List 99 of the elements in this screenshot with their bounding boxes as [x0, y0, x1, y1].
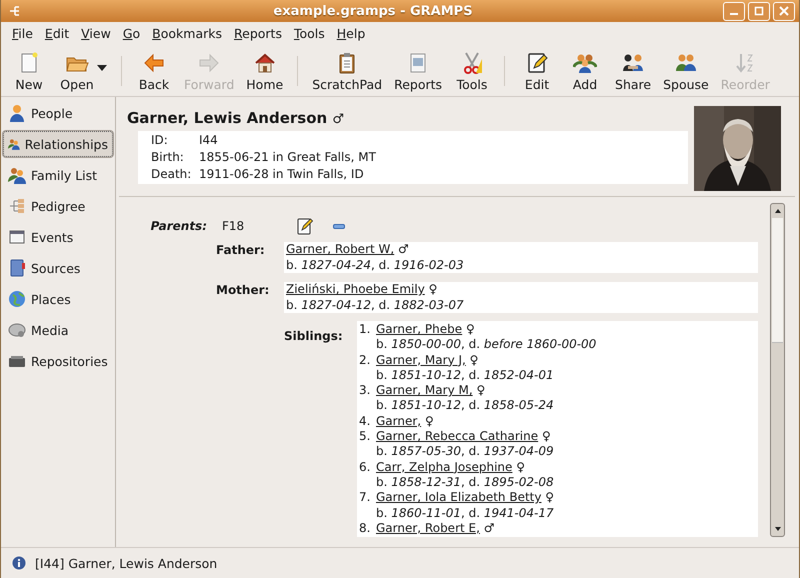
sidebar-item[interactable]: Events: [3, 224, 113, 250]
gender-symbol: ♀: [545, 490, 554, 504]
calendar-icon: [8, 228, 26, 246]
list-number: 6.: [359, 460, 372, 475]
sidebar-item[interactable]: People: [3, 100, 113, 126]
toolbar-button[interactable]: ScratchPad: [306, 51, 388, 92]
person-name: Garner, Lewis Anderson ♂: [127, 109, 346, 127]
toolbar-button[interactable]: Open: [53, 51, 101, 92]
life-dates: b. 1851-10-12, d. 1858-05-24: [375, 398, 555, 414]
menu-item[interactable]: Help: [330, 26, 372, 40]
people-icon: [8, 166, 26, 184]
person-link[interactable]: Garner, Mary J,: [376, 352, 466, 367]
list-number: 1.: [359, 322, 372, 338]
toolbar-button[interactable]: Share: [609, 51, 658, 92]
edit-icon[interactable]: [297, 217, 313, 235]
menu-item[interactable]: View: [75, 26, 117, 40]
sidebar-item[interactable]: Family List: [3, 162, 113, 188]
gender-symbol: ♂: [398, 242, 409, 256]
house-icon: [252, 51, 277, 75]
person-icon: [8, 104, 26, 122]
person-link[interactable]: Garner, Mary M,: [376, 383, 473, 398]
list-number: 3.: [359, 383, 372, 398]
toolbar-button[interactable]: New: [5, 51, 53, 92]
life-dates: b. 1858-12-31, d. 1895-02-08: [375, 474, 555, 490]
toolbar-button[interactable]: Tools: [448, 51, 496, 92]
menu-item[interactable]: Edit: [38, 26, 76, 40]
role-label: Mother:: [216, 282, 270, 299]
life-dates: b. 1860-11-01, d. 1941-04-17: [375, 506, 555, 521]
window-title: example.gramps - GRAMPS: [272, 4, 474, 18]
menu-item[interactable]: Go: [116, 26, 146, 40]
tree-icon: [8, 197, 26, 215]
fact-label: Birth:: [151, 150, 185, 164]
life-dates: b. 1827-04-12, d. 1882-03-07: [286, 298, 465, 313]
list-number: 8.: [359, 520, 372, 536]
person-link[interactable]: Carr, Zelpha Josephine: [376, 460, 512, 474]
person-link[interactable]: Zieliński, Phoebe Emily: [286, 282, 425, 296]
role-label: Father:: [216, 242, 266, 259]
maximize-icon: [754, 6, 764, 16]
gender-symbol: ♀: [428, 282, 438, 296]
info-icon: [12, 556, 26, 570]
list-number: 5.: [359, 429, 372, 444]
close-icon: [779, 6, 789, 16]
minimize-button[interactable]: [723, 2, 745, 20]
person-link[interactable]: Garner, Phebe: [376, 322, 462, 336]
menu-item[interactable]: Tools: [288, 26, 331, 40]
menu-item[interactable]: Bookmarks: [146, 26, 228, 40]
person-link[interactable]: Garner, Iola Elizabeth Betty: [376, 490, 542, 504]
sidebar-item[interactable]: Sources: [3, 255, 113, 281]
scrollbar[interactable]: [770, 203, 785, 537]
book-icon: [8, 259, 26, 277]
disc-icon: [8, 321, 26, 339]
person-link[interactable]: Garner, Robert E,: [376, 520, 480, 535]
sidebar-item[interactable]: Pedigree: [3, 193, 113, 219]
globe-icon: [8, 290, 26, 308]
minimize-icon: [730, 13, 738, 15]
person-link[interactable]: Garner, Rebecca Catharine: [376, 429, 538, 444]
gender-symbol: ♀: [476, 383, 486, 398]
toolbar-button[interactable]: Spouse: [657, 51, 715, 92]
life-dates: b. 1827-04-24, d. 1916-02-03: [286, 258, 465, 273]
menu-item[interactable]: Reports: [228, 26, 288, 40]
person-link[interactable]: Garner, Robert W,: [286, 242, 394, 256]
sidebar-item[interactable]: Relationships: [3, 131, 113, 157]
maximize-button[interactable]: [748, 2, 770, 20]
toolbar-button[interactable]: Reports: [388, 51, 448, 92]
status-text: [I44] Garner, Lewis Anderson: [35, 556, 218, 570]
dropdown-arrow-icon[interactable]: [97, 65, 107, 71]
gender-symbol: ♀: [542, 429, 551, 444]
toolbar-button[interactable]: Home: [240, 51, 290, 92]
sidebar-item[interactable]: Media: [3, 317, 113, 343]
person-link[interactable]: Garner,: [376, 414, 422, 428]
right-arrow-icon: [197, 51, 222, 75]
siblings-label: Siblings:: [284, 328, 344, 345]
gender-symbol: ♂: [484, 520, 495, 535]
sidebar-item[interactable]: Repositories: [3, 348, 113, 374]
gender-symbol: ♀: [470, 352, 478, 367]
life-dates: b. 1851-10-12, d. 1852-04-01: [375, 368, 555, 384]
fact-value: 1911-06-28 in Twin Falls, ID: [199, 166, 364, 181]
toolbar-button[interactable]: Back: [130, 51, 178, 92]
list-number: 2.: [359, 352, 372, 368]
toolbar-button[interactable]: Add: [561, 51, 610, 92]
gender-symbol: ♀: [424, 414, 434, 428]
parents-label: Parents:: [150, 219, 207, 233]
fact-value: I44: [199, 133, 218, 148]
left-arrow-icon: [142, 51, 166, 75]
life-dates: b. 1850-00-00, d. before 1860-00-00: [375, 337, 598, 353]
toolbar-button[interactable]: Edit: [513, 51, 562, 92]
menu-item[interactable]: File: [6, 26, 39, 40]
gender-symbol: ♀: [516, 460, 526, 474]
sidebar-item[interactable]: Places: [3, 286, 113, 312]
gender-symbol: ♀: [466, 322, 475, 336]
fact-label: Death:: [151, 166, 192, 181]
list-number: 7.: [359, 490, 372, 506]
close-button[interactable]: [773, 2, 795, 20]
life-dates: b. 1857-05-30, d. 1937-04-09: [375, 444, 555, 460]
family-id: F18: [222, 219, 246, 233]
fact-value: 1855-06-21 in Great Falls, MT: [199, 150, 376, 164]
list-number: 4.: [359, 414, 372, 430]
remove-icon[interactable]: [333, 224, 345, 228]
fact-label: ID:: [151, 133, 169, 148]
